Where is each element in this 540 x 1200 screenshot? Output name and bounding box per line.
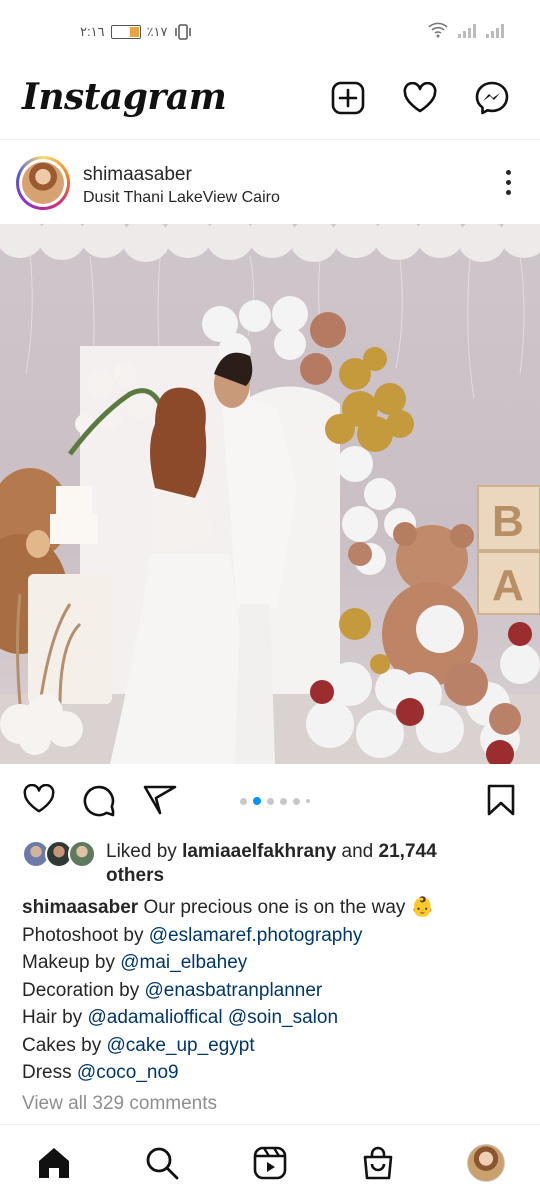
bottom-nav bbox=[0, 1124, 540, 1200]
heart-icon bbox=[23, 783, 55, 813]
mention-link[interactable]: @adamalioffical bbox=[87, 1007, 222, 1028]
nav-shop[interactable] bbox=[358, 1143, 398, 1183]
likes-count[interactable]: 21,744 bbox=[379, 841, 437, 862]
heart-icon bbox=[403, 82, 437, 113]
carousel-indicator bbox=[240, 797, 310, 805]
save-button[interactable] bbox=[486, 784, 516, 821]
shop-icon bbox=[363, 1146, 393, 1180]
nav-reels[interactable] bbox=[250, 1143, 290, 1183]
mention-link[interactable]: @soin_salon bbox=[228, 1007, 338, 1028]
new-post-icon bbox=[331, 81, 365, 115]
caption-username[interactable]: shimaasaber bbox=[22, 897, 138, 918]
wifi-icon bbox=[428, 22, 448, 38]
mention-link[interactable]: @coco_no9 bbox=[77, 1062, 179, 1083]
new-post-button[interactable] bbox=[330, 80, 366, 116]
vibrate-icon bbox=[174, 24, 191, 40]
liker-avatars bbox=[22, 840, 96, 870]
mention-link[interactable]: @cake_up_egypt bbox=[106, 1035, 254, 1056]
view-comments-link[interactable]: View all 329 comments bbox=[22, 1093, 217, 1115]
nav-profile[interactable] bbox=[466, 1143, 506, 1183]
instagram-logo[interactable]: Instagram bbox=[22, 76, 227, 118]
signal-icon bbox=[458, 22, 476, 38]
svg-text:A: A bbox=[492, 561, 524, 610]
post-location[interactable]: Dusit Thani LakeView Cairo bbox=[83, 189, 280, 207]
messenger-icon bbox=[475, 81, 509, 115]
mention-link[interactable]: @mai_elbahey bbox=[120, 952, 247, 973]
battery-percent: ٪١٧ bbox=[146, 24, 168, 39]
credit-label: Makeup by bbox=[22, 952, 115, 973]
likes-text: Liked by lamiaaelfakhrany and 21,744 oth… bbox=[106, 840, 486, 888]
photo-illustration: B A bbox=[0, 224, 540, 764]
comment-icon bbox=[83, 785, 115, 817]
like-button[interactable] bbox=[22, 783, 56, 819]
mention-link[interactable]: @enasbatranplanner bbox=[145, 980, 323, 1001]
post-photo[interactable]: B A bbox=[0, 224, 540, 764]
more-icon bbox=[505, 170, 511, 175]
profile-avatar bbox=[467, 1144, 505, 1182]
reels-icon bbox=[253, 1146, 287, 1180]
messenger-button[interactable] bbox=[474, 80, 510, 116]
bookmark-icon bbox=[487, 784, 515, 816]
caption-text: Our precious one is on the way 👶 bbox=[143, 897, 435, 918]
credit-label: Dress bbox=[22, 1062, 72, 1083]
post-username[interactable]: shimaasaber bbox=[83, 164, 192, 186]
post-actions bbox=[0, 764, 540, 836]
caption: shimaasaber Our precious one is on the w… bbox=[22, 894, 522, 1087]
search-icon bbox=[146, 1147, 179, 1180]
post-header: shimaasaber Dusit Thani LakeView Cairo bbox=[0, 140, 540, 224]
credit-label: Photoshoot by bbox=[22, 924, 144, 946]
nav-home[interactable] bbox=[34, 1143, 74, 1183]
others-label[interactable]: others bbox=[106, 865, 164, 886]
story-ring[interactable] bbox=[16, 156, 70, 210]
activity-button[interactable] bbox=[402, 80, 438, 116]
battery-icon bbox=[110, 25, 141, 39]
liked-by-user[interactable]: lamiaaelfakhrany bbox=[182, 841, 336, 862]
signal-icon-2 bbox=[486, 22, 504, 38]
top-app-bar: Instagram bbox=[0, 66, 540, 140]
clock: ٢:١٦ bbox=[80, 24, 105, 39]
send-icon bbox=[143, 785, 177, 815]
credit-label: Decoration by bbox=[22, 979, 140, 1001]
home-icon bbox=[39, 1148, 69, 1178]
credit-label: Cakes by bbox=[22, 1034, 102, 1056]
liked-by-label: Liked by bbox=[106, 841, 177, 862]
svg-text:B: B bbox=[492, 497, 524, 546]
avatar bbox=[68, 840, 96, 868]
comment-button[interactable] bbox=[82, 784, 116, 823]
nav-search[interactable] bbox=[142, 1143, 182, 1183]
more-options-button[interactable] bbox=[504, 170, 512, 195]
status-bar: ٢:١٦ ٪١٧ bbox=[0, 0, 540, 66]
share-button[interactable] bbox=[142, 784, 178, 821]
avatar bbox=[22, 162, 64, 204]
and-label: and bbox=[341, 841, 374, 862]
mention-link[interactable]: @eslamaref.photography bbox=[149, 925, 363, 946]
credit-label: Hair by bbox=[22, 1007, 83, 1028]
